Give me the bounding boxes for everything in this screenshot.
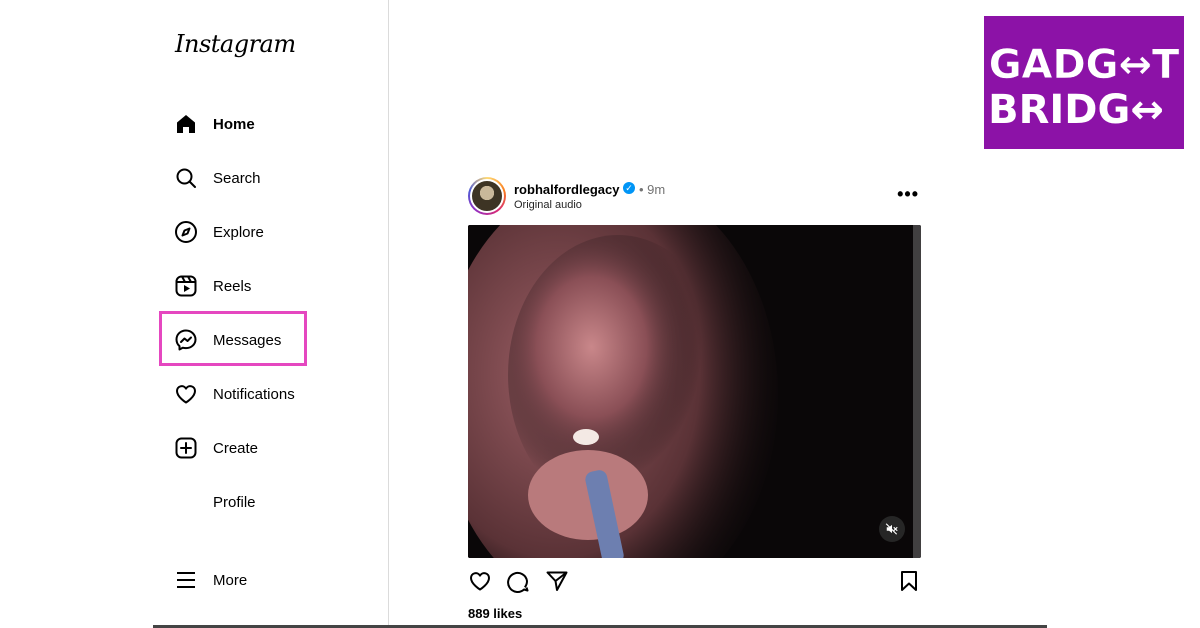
user-avatar[interactable] bbox=[468, 177, 506, 215]
comment-button[interactable] bbox=[506, 569, 530, 593]
sidebar-item-search[interactable]: Search bbox=[159, 151, 307, 205]
svg-text:GADG↔T: GADG↔T bbox=[989, 42, 1180, 88]
video-frame bbox=[468, 225, 921, 558]
plus-square-icon bbox=[159, 436, 213, 460]
post-actions bbox=[468, 569, 921, 595]
sidebar-item-label: Home bbox=[213, 115, 255, 133]
save-button[interactable] bbox=[897, 569, 921, 593]
sidebar-item-more[interactable]: More bbox=[159, 553, 307, 607]
sidebar-item-label: Reels bbox=[213, 277, 252, 295]
comment-icon bbox=[507, 572, 529, 593]
home-icon bbox=[159, 112, 213, 136]
menu-icon bbox=[159, 568, 213, 592]
svg-text:BRIDG↔: BRIDG↔ bbox=[988, 87, 1164, 133]
more-options-icon[interactable]: ••• bbox=[897, 184, 919, 205]
heart-icon bbox=[159, 382, 213, 406]
messages-highlight-box bbox=[159, 311, 307, 366]
sidebar-item-create[interactable]: Create bbox=[159, 421, 307, 475]
post-username[interactable]: robhalfordlegacy bbox=[514, 182, 619, 197]
post-audio[interactable]: Original audio bbox=[514, 199, 582, 211]
sidebar-item-label: Profile bbox=[213, 493, 256, 511]
post-header: robhalfordlegacy ✓ • 9m Original audio •… bbox=[468, 176, 921, 218]
search-icon bbox=[159, 166, 213, 190]
sidebar-item-label: Notifications bbox=[213, 385, 295, 403]
sidebar-item-profile[interactable]: Profile bbox=[159, 475, 307, 529]
instagram-logo[interactable]: Instagram bbox=[175, 30, 296, 58]
verified-badge-icon: ✓ bbox=[623, 182, 635, 194]
sidebar-item-home[interactable]: Home bbox=[159, 97, 307, 151]
sidebar-item-label: Search bbox=[213, 169, 261, 187]
sidebar-item-label: Explore bbox=[213, 223, 264, 241]
sidebar-item-label: Create bbox=[213, 439, 259, 457]
sidebar-item-label: More bbox=[213, 571, 248, 589]
likes-count[interactable]: 889 likes bbox=[468, 606, 522, 621]
sidebar-item-notifications[interactable]: Notifications bbox=[159, 367, 307, 421]
speaker-muted-icon bbox=[885, 523, 898, 535]
like-button[interactable] bbox=[468, 569, 492, 593]
feed-post: robhalfordlegacy ✓ • 9m Original audio •… bbox=[468, 176, 921, 621]
post-video[interactable] bbox=[468, 225, 921, 558]
post-time[interactable]: • 9m bbox=[639, 182, 665, 197]
bookmark-icon bbox=[901, 571, 917, 591]
heart-icon bbox=[469, 572, 491, 591]
compass-icon bbox=[159, 220, 213, 244]
mute-toggle-button[interactable] bbox=[879, 516, 905, 542]
sidebar-item-explore[interactable]: Explore bbox=[159, 205, 307, 259]
send-icon bbox=[546, 571, 568, 591]
gadget-bridge-logo: GADG↔T BRIDG↔ bbox=[984, 16, 1184, 149]
sidebar-item-reels[interactable]: Reels bbox=[159, 259, 307, 313]
share-button[interactable] bbox=[545, 569, 569, 593]
reels-icon bbox=[159, 274, 213, 298]
